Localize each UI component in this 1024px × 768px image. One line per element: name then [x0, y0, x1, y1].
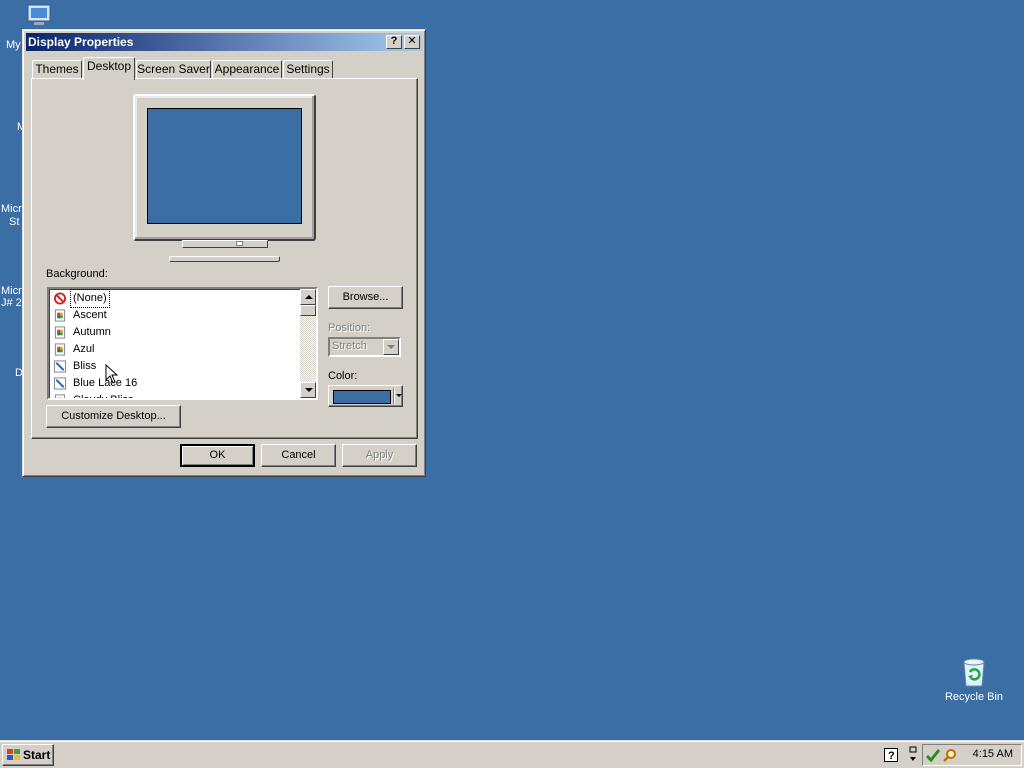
bitmap-file-icon: [53, 377, 67, 390]
computer-icon: [27, 4, 51, 25]
taskbar: Start ? 4:15 AM: [0, 740, 1024, 768]
help-icon[interactable]: ?: [884, 748, 898, 762]
start-label: Start: [23, 748, 51, 762]
ok-button[interactable]: OK: [180, 444, 255, 467]
list-item-label: Autumn: [73, 326, 111, 338]
security-icon[interactable]: [926, 748, 940, 762]
windows-logo-icon: [7, 749, 20, 760]
scroll-thumb[interactable]: [300, 305, 316, 316]
tab-desktop[interactable]: Desktop: [83, 57, 135, 80]
none-icon: [53, 292, 67, 305]
start-button[interactable]: Start: [2, 744, 54, 766]
list-item-label: (None): [70, 289, 110, 308]
tab-themes[interactable]: Themes: [32, 60, 82, 79]
mouse-cursor-icon: [105, 364, 119, 384]
recycle-bin-label: Recycle Bin: [944, 691, 1004, 703]
image-file-icon: [54, 343, 66, 356]
list-item-label: Ascent: [73, 309, 107, 321]
color-label: Color:: [328, 370, 358, 382]
monitor-preview: [133, 94, 316, 241]
svg-text:?: ?: [888, 750, 895, 762]
tab-settings[interactable]: Settings: [283, 60, 333, 79]
chevron-down-icon: [387, 345, 395, 349]
arrow-up-icon: [305, 295, 313, 299]
background-listbox[interactable]: (None) Ascent Autumn Azul Bliss Blue Lac…: [47, 287, 318, 400]
search-icon[interactable]: [943, 748, 957, 762]
list-item-label: Bliss: [73, 360, 97, 372]
desktop-label-3b: St: [9, 216, 20, 228]
position-label: Position:: [328, 322, 371, 334]
monitor-stand: [182, 240, 268, 248]
tab-appearance[interactable]: Appearance: [212, 60, 282, 79]
scroll-up-button[interactable]: [300, 289, 316, 305]
bitmap-file-icon: [53, 360, 67, 373]
preview-screen: [147, 108, 302, 224]
background-label: Background:: [46, 268, 108, 280]
image-file-icon: [54, 326, 66, 339]
position-value: Stretch: [332, 340, 367, 352]
arrow-down-icon: [305, 388, 313, 392]
image-file-icon: [54, 309, 66, 322]
close-button[interactable]: ✕: [404, 35, 420, 49]
browse-button[interactable]: Browse...: [328, 286, 403, 309]
tab-screen-saver[interactable]: Screen Saver: [136, 60, 211, 79]
color-swatch: [333, 390, 391, 404]
help-button[interactable]: ?: [386, 35, 402, 49]
clock[interactable]: 4:15 AM: [973, 748, 1013, 760]
apply-button[interactable]: Apply: [342, 444, 417, 467]
color-separator: [393, 388, 394, 404]
customize-desktop-button[interactable]: Customize Desktop...: [46, 405, 181, 428]
system-tray: 4:15 AM: [922, 744, 1022, 766]
title-bar[interactable]: Display Properties ? ✕: [26, 33, 422, 51]
color-picker-button[interactable]: [328, 385, 403, 407]
cancel-button[interactable]: Cancel: [261, 444, 336, 467]
image-file-icon: [54, 394, 66, 398]
recycle-bin[interactable]: Recycle Bin: [940, 656, 1008, 703]
recycle-bin-icon: [963, 658, 985, 687]
vertical-scrollbar[interactable]: [300, 289, 316, 398]
desktop-label-4b: J# 2: [1, 297, 22, 309]
window-title: Display Properties: [28, 35, 134, 49]
desktop-label-my-computer: My: [6, 39, 21, 51]
position-dropdown-button[interactable]: [383, 339, 399, 355]
monitor-base: [169, 256, 280, 262]
display-properties-window: Display Properties ? ✕ Themes Desktop Sc…: [22, 29, 426, 477]
list-item-label: Cloudy Bliss: [73, 394, 134, 400]
network-icon[interactable]: [908, 746, 918, 762]
chevron-down-icon: [396, 394, 402, 397]
monitor-power-led: [236, 241, 243, 246]
scroll-down-button[interactable]: [300, 382, 316, 398]
list-item-label: Azul: [73, 343, 95, 355]
position-combo[interactable]: Stretch: [328, 337, 401, 357]
